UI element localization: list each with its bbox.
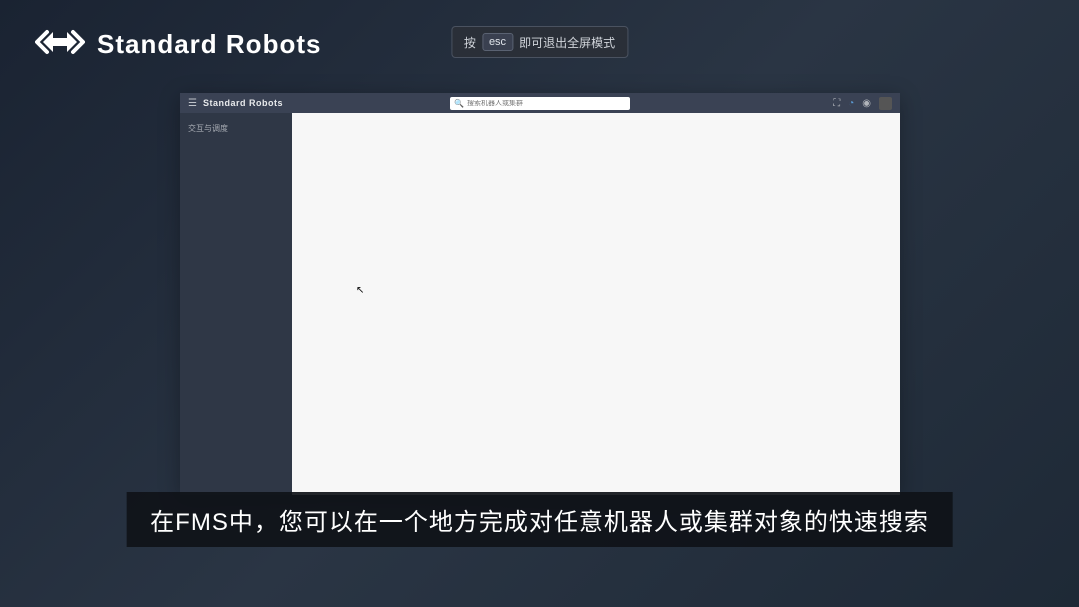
menu-icon[interactable]: ☰: [188, 98, 197, 109]
search-box[interactable]: 🔍: [450, 97, 630, 110]
brand-logo-icon: [35, 22, 85, 67]
user-icon[interactable]: ◉: [862, 98, 871, 109]
app-body: 交互与调度 ↖: [180, 113, 900, 495]
settings-icon[interactable]: [879, 97, 892, 110]
app-topbar: ☰ Standard Robots 🔍 ⛶ ◔ ◉: [180, 93, 900, 113]
sidebar: 交互与调度: [180, 113, 292, 495]
notification-icon[interactable]: ◔: [848, 98, 854, 109]
search-input[interactable]: [467, 100, 626, 107]
cursor-icon: ↖: [356, 285, 364, 296]
app-title: Standard Robots: [203, 98, 283, 108]
topbar-right: ⛶ ◔ ◉: [833, 97, 892, 110]
expand-icon[interactable]: ⛶: [833, 98, 840, 109]
esc-hint-suffix: 即可退出全屏模式: [519, 34, 615, 51]
subtitle-caption: 在FMS中，您可以在一个地方完成对任意机器人或集群对象的快速搜索: [126, 492, 953, 547]
main-content: ↖: [292, 113, 900, 495]
search-icon: 🔍: [454, 99, 464, 108]
brand-name: Standard Robots: [97, 29, 321, 60]
esc-key-badge: esc: [482, 33, 513, 51]
app-window: ☰ Standard Robots 🔍 ⛶ ◔ ◉ 交互与调度 ↖: [180, 93, 900, 495]
esc-hint-prefix: 按: [464, 34, 476, 51]
brand-header: Standard Robots: [35, 22, 321, 67]
fullscreen-exit-hint: 按 esc 即可退出全屏模式: [451, 26, 628, 58]
sidebar-item-interaction[interactable]: 交互与调度: [188, 119, 284, 138]
